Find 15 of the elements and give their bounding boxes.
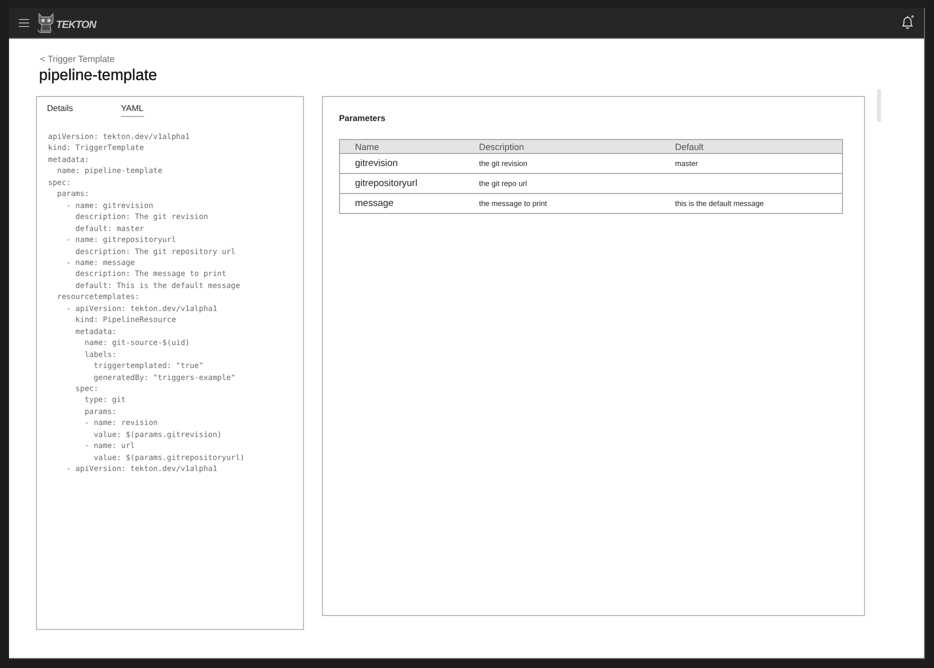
tab[interactable]: YAML <box>121 103 144 117</box>
bell-icon[interactable] <box>901 15 914 29</box>
tab[interactable]: Details <box>47 103 73 117</box>
cat-icon <box>37 13 55 33</box>
menu-icon[interactable] <box>19 19 29 27</box>
brand-name: TEKTON <box>56 19 96 31</box>
table-cell: gitrevision <box>340 154 464 174</box>
table-cell: message <box>340 194 464 214</box>
column-header: Default <box>660 140 842 154</box>
column-header: Name <box>340 140 464 154</box>
table-cell: gitrepositoryurl <box>340 174 464 194</box>
breadcrumb-link[interactable]: < Trigger Template <box>40 54 115 65</box>
page-title: pipeline-template <box>39 67 158 85</box>
section-title: Parameters <box>339 113 386 124</box>
column-header: Description <box>464 140 660 154</box>
